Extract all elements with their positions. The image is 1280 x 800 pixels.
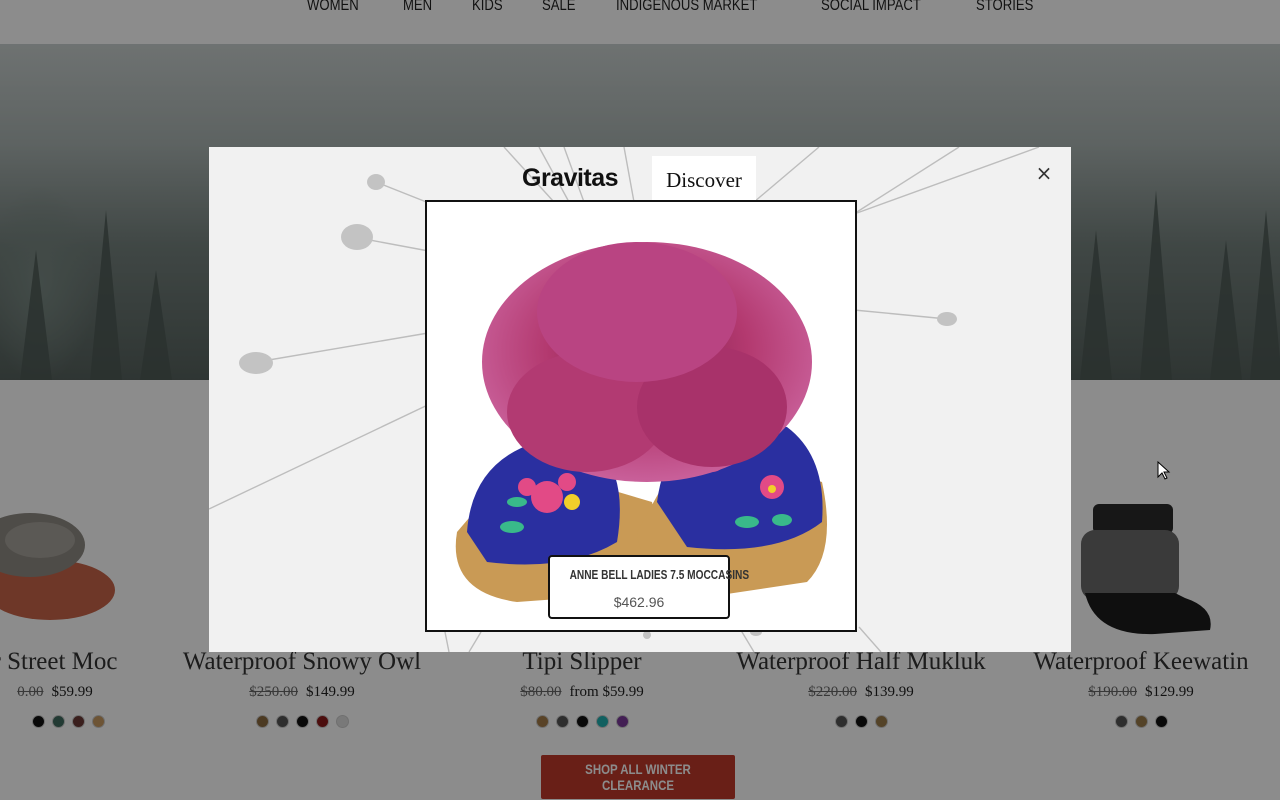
close-icon[interactable]: × [1031,160,1057,186]
product-caption[interactable]: ANNE BELL LADIES 7.5 MOCCASINS $462.96 [548,555,750,619]
product-title: ANNE BELL LADIES 7.5 MOCCASINS [569,567,750,582]
discover-modal: Gravitas Discover × ANNE BELL LADIES 7.5… [209,147,1071,652]
gravitas-logo: Gravitas [522,164,619,192]
product-price: $462.96 [613,594,665,610]
mouse-pointer-icon [1157,461,1171,480]
featured-product-card[interactable]: ANNE BELL LADIES 7.5 MOCCASINS $462.96 [425,200,857,632]
tab-discover[interactable]: Discover [652,156,756,204]
